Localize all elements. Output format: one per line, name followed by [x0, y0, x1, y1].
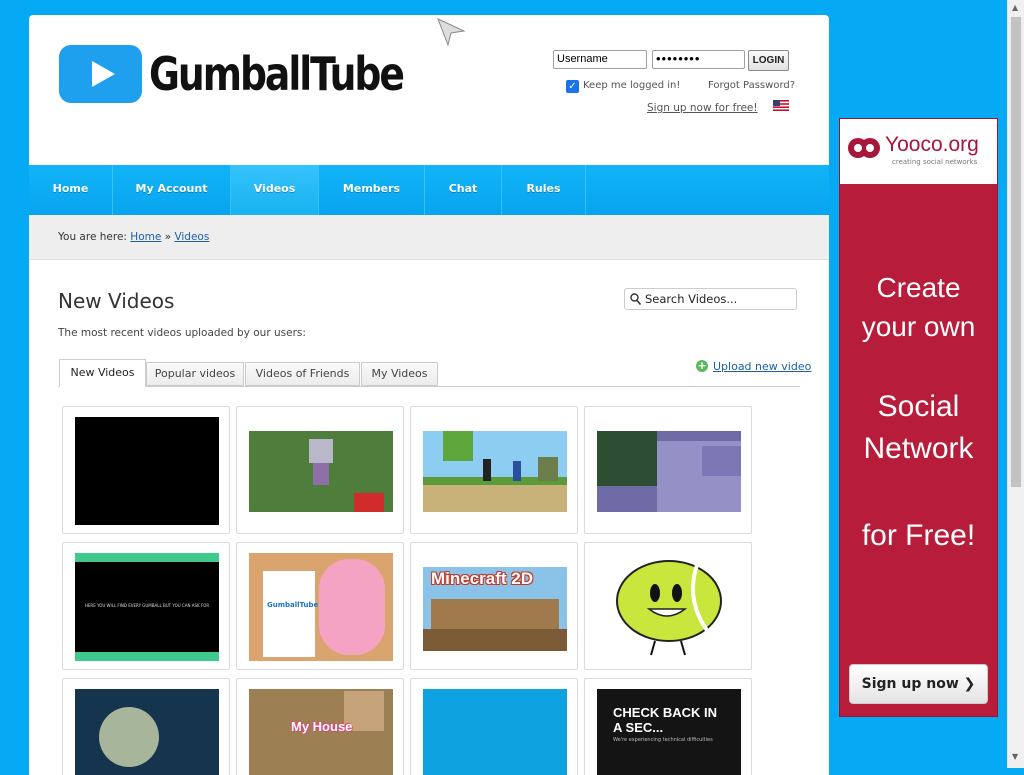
- forgot-password-link[interactable]: Forgot Password?: [708, 80, 795, 91]
- video-thumbnail-7[interactable]: Minecraft 2D: [423, 567, 567, 651]
- add-icon[interactable]: +: [696, 360, 708, 372]
- thumbnail-structure: [431, 599, 559, 629]
- video-card[interactable]: [410, 406, 578, 534]
- tab-new-videos[interactable]: New Videos: [59, 359, 146, 387]
- tennis-ball-character: [616, 560, 722, 656]
- video-card[interactable]: HERE YOU WILL FIND EVERY GUMBALL BUT YOU…: [62, 542, 230, 670]
- breadcrumb-home-link[interactable]: Home: [130, 231, 161, 243]
- video-card[interactable]: Minecraft 2D: [410, 542, 578, 670]
- breadcrumb-videos-link[interactable]: Videos: [174, 231, 209, 243]
- video-thumbnail-6[interactable]: GumballTube: [249, 553, 393, 661]
- video-thumbnail-9[interactable]: [75, 689, 219, 775]
- tab-my-videos[interactable]: My Videos: [361, 362, 438, 386]
- thumbnail-caption: GumballTube: [267, 601, 319, 609]
- nav-item-home[interactable]: Home: [29, 165, 113, 215]
- cursor-icon: [437, 18, 466, 47]
- search-placeholder: Search Videos...: [645, 292, 738, 306]
- video-thumbnail-4[interactable]: [597, 431, 741, 512]
- thumbnail-ground: [423, 629, 567, 651]
- nav-item-members[interactable]: Members: [319, 165, 425, 215]
- search-icon: [630, 293, 641, 305]
- scrollbar[interactable]: ▲ ▼: [1007, 0, 1024, 768]
- yooco-logo-icon: [848, 138, 880, 158]
- thumbnail-bar: [75, 652, 219, 661]
- page-subtitle: The most recent videos uploaded by our u…: [58, 327, 306, 339]
- video-card[interactable]: CHECK BACK IN A SEC... We're experiencin…: [584, 678, 752, 775]
- nav-item-my-account[interactable]: My Account: [113, 165, 231, 215]
- video-card[interactable]: [584, 406, 752, 534]
- breadcrumb-separator: »: [164, 231, 172, 243]
- video-thumbnail-1[interactable]: [75, 417, 219, 525]
- keep-logged-in-label: Keep me logged in!: [583, 80, 681, 91]
- thumbnail-bar: [75, 553, 219, 562]
- play-logo-icon: [59, 45, 142, 103]
- gumball-character: [319, 559, 385, 655]
- tabs-divider: [58, 386, 800, 387]
- ad-line-5: for Free!: [861, 519, 976, 552]
- thumbnail-panel: [263, 571, 315, 657]
- video-thumbnail-8[interactable]: [597, 553, 741, 661]
- page-title: New Videos: [58, 289, 175, 313]
- video-thumbnail-5[interactable]: HERE YOU WILL FIND EVERY GUMBALL BUT YOU…: [75, 553, 219, 661]
- upload-new-video-link[interactable]: Upload new video: [713, 360, 811, 373]
- video-card[interactable]: [584, 542, 752, 670]
- video-card[interactable]: [236, 406, 404, 534]
- nav-item-chat[interactable]: Chat: [425, 165, 502, 215]
- nav-item-videos[interactable]: Videos: [231, 165, 319, 215]
- breadcrumb-prefix: You are here:: [58, 231, 127, 243]
- thumbnail-art: [423, 431, 567, 512]
- thumbnail-art: [597, 431, 741, 512]
- scroll-up-icon[interactable]: ▲: [1012, 3, 1018, 12]
- search-input[interactable]: Search Videos...: [624, 288, 797, 310]
- tab-popular-videos[interactable]: Popular videos: [146, 362, 244, 386]
- ad-line-1: Create: [876, 272, 961, 303]
- video-thumbnail-3[interactable]: [423, 431, 567, 512]
- breadcrumb-bar: You are here: Home » Videos: [29, 215, 829, 260]
- video-thumbnail-2[interactable]: [249, 431, 393, 512]
- login-button[interactable]: LOGIN: [748, 50, 789, 71]
- thumbnail-caption: CHECK BACK IN A SEC...: [613, 705, 717, 735]
- video-card[interactable]: My House: [236, 678, 404, 775]
- video-thumbnail-12[interactable]: CHECK BACK IN A SEC... We're experiencin…: [597, 689, 741, 775]
- yooco-ad-banner[interactable]: Yooco.org creating social networks Creat…: [839, 118, 998, 717]
- video-thumbnail-11[interactable]: [423, 689, 567, 775]
- thumbnail-subcaption: We're experiencing technical difficultie…: [613, 737, 713, 743]
- nav-item-rules[interactable]: Rules: [502, 165, 586, 215]
- username-input[interactable]: Username: [553, 50, 647, 69]
- thumbnail-caption: HERE YOU WILL FIND EVERY GUMBALL BUT YOU…: [84, 603, 210, 608]
- signup-link[interactable]: Sign up now for free!: [647, 102, 758, 114]
- video-card[interactable]: [62, 406, 230, 534]
- thumbnail-art: [249, 431, 393, 512]
- video-card[interactable]: [62, 678, 230, 775]
- video-card[interactable]: [410, 678, 578, 775]
- ad-line-3: Social: [877, 390, 960, 423]
- ad-tagline: creating social networks: [892, 158, 978, 166]
- video-thumbnail-10[interactable]: My House: [249, 689, 393, 775]
- tab-videos-of-friends[interactable]: Videos of Friends: [245, 362, 360, 386]
- video-grid: HERE YOU WILL FIND EVERY GUMBALL BUT YOU…: [62, 406, 762, 775]
- logo-text: GumballTube: [149, 47, 405, 101]
- ad-brand: Yooco.org: [885, 133, 979, 156]
- video-card[interactable]: GumballTube: [236, 542, 404, 670]
- us-flag-icon[interactable]: [773, 100, 789, 111]
- ad-signup-button[interactable]: Sign up now ❯: [849, 664, 988, 704]
- ad-header: Yooco.org creating social networks: [840, 119, 997, 184]
- breadcrumb: You are here: Home » Videos: [58, 231, 209, 243]
- page-container: GumballTube Username •••••••• LOGIN ✓ Ke…: [29, 15, 829, 775]
- thumbnail-caption: My House: [291, 719, 353, 734]
- main-nav: Home My Account Videos Members Chat Rule…: [29, 165, 829, 215]
- scroll-down-icon[interactable]: ▼: [1012, 752, 1018, 761]
- ad-line-4: Network: [863, 432, 974, 465]
- thumbnail-face: [99, 707, 159, 767]
- thumbnail-caption: Minecraft 2D: [431, 569, 534, 588]
- keep-logged-in-checkbox[interactable]: ✓: [566, 80, 579, 93]
- ad-line-2: your own: [861, 311, 976, 342]
- password-input[interactable]: ••••••••: [652, 50, 745, 69]
- scrollbar-thumb[interactable]: [1011, 17, 1021, 487]
